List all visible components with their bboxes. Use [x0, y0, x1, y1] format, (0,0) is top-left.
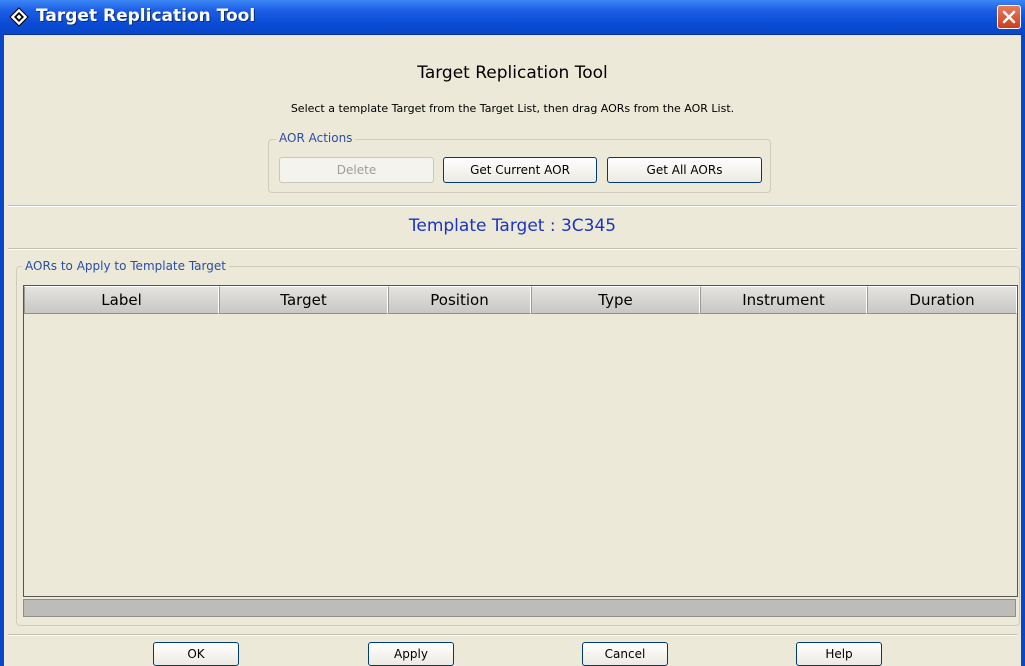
column-header-instrument[interactable]: Instrument	[700, 286, 867, 314]
template-target-label: Template Target : 3C345	[408, 216, 617, 236]
window-frame-left	[0, 34, 4, 666]
help-button[interactable]: Help	[796, 642, 882, 666]
window-frame-right	[1021, 34, 1025, 666]
horizontal-scrollbar[interactable]	[23, 599, 1016, 617]
get-all-aors-button[interactable]: Get All AORs	[607, 157, 762, 183]
get-current-aor-button[interactable]: Get Current AOR	[443, 157, 597, 183]
divider	[8, 205, 1017, 207]
column-header-label[interactable]: Label	[24, 286, 219, 314]
column-header-type[interactable]: Type	[531, 286, 700, 314]
ok-button[interactable]: OK	[153, 642, 239, 666]
column-header-duration[interactable]: Duration	[867, 286, 1017, 314]
app-diamond-icon	[9, 7, 29, 27]
close-icon	[1002, 10, 1016, 24]
table-header: Label Target Position Type Instrument Du…	[24, 286, 1017, 314]
divider	[8, 634, 1017, 636]
column-header-target[interactable]: Target	[219, 286, 388, 314]
delete-button[interactable]: Delete	[279, 157, 434, 183]
aor-actions-legend: AOR Actions	[276, 131, 356, 145]
aors-table[interactable]: Label Target Position Type Instrument Du…	[23, 285, 1018, 597]
close-button[interactable]	[997, 5, 1021, 29]
page-heading: Target Replication Tool	[417, 63, 608, 83]
apply-button[interactable]: Apply	[368, 642, 454, 666]
aors-group-legend: AORs to Apply to Template Target	[22, 259, 229, 273]
cancel-button[interactable]: Cancel	[582, 642, 668, 666]
window-title: Target Replication Tool	[36, 6, 256, 26]
title-bar[interactable]: Target Replication Tool	[0, 0, 1025, 35]
divider	[8, 248, 1017, 250]
column-header-position[interactable]: Position	[388, 286, 531, 314]
instructions-text: Select a template Target from the Target…	[290, 102, 735, 115]
